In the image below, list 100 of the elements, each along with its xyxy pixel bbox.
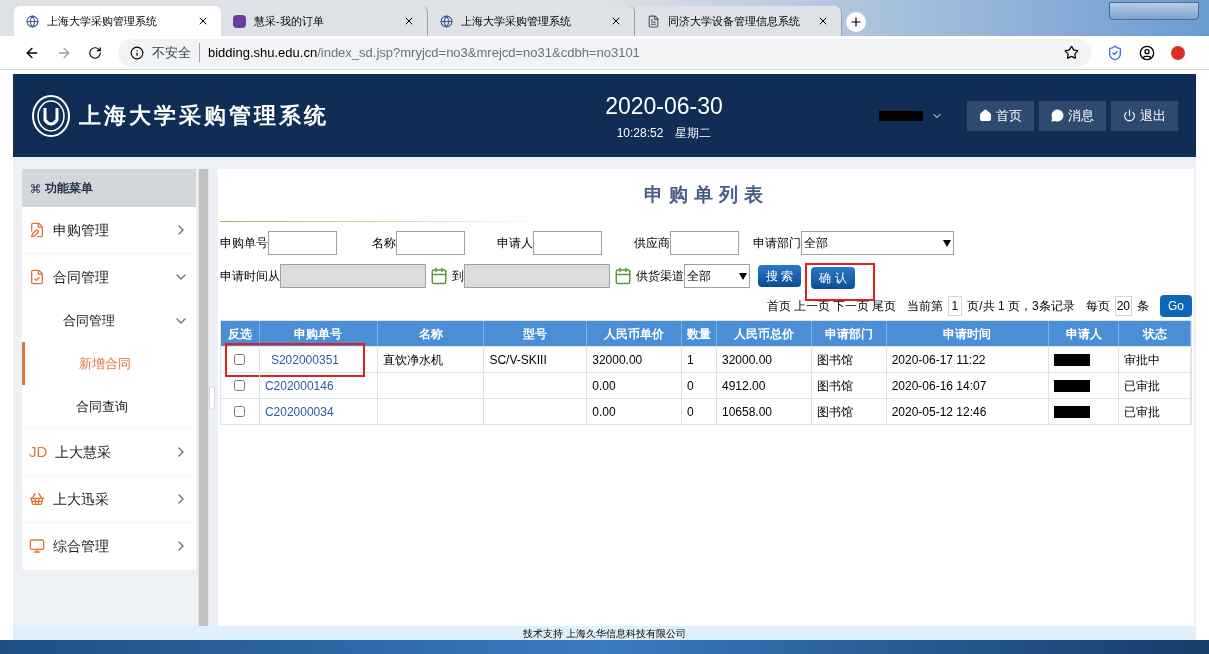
order-link[interactable]: C202000034 [264,402,334,421]
address-field[interactable]: 不安全 bidding.shu.edu.cn/index_sd.jsp?mryjcd=no3&mrejcd=no31&cdbh=no3101 [118,38,1091,67]
name-field[interactable] [396,231,465,255]
column-header: 人民币单价 [587,321,683,346]
date-label: 2020-06-30 [605,92,723,122]
supplier-field[interactable] [670,231,739,255]
column-header: 申请部门 [811,321,887,346]
document-icon [647,14,660,28]
pager-label: 页/共 1 页，3条记录 [967,298,1075,315]
table-cell-text: 0 [687,403,694,421]
table-cell-text: 0 [687,377,694,395]
account-icon[interactable] [1139,44,1155,61]
column-header: 名称 [377,321,485,346]
app-icon [233,14,246,28]
field-label: 申请时间从 [220,268,280,285]
pager-link[interactable]: 首页 [766,297,791,315]
tab-title: 同济大学设备管理信息系统 [668,13,801,29]
menu-item[interactable]: 合同管理 [22,254,197,300]
column-header: 状态 [1119,321,1191,346]
order-link[interactable]: S202000351 [270,352,339,367]
order-link[interactable]: C202000146 [264,376,334,395]
redaction-bar [1054,353,1091,366]
time-label: 10:28:52 [616,124,664,142]
monitor-icon [29,538,45,554]
table-cell-text: SC/V-SKIII [489,351,547,369]
form-icon [29,222,45,238]
scrollbar[interactable] [198,169,209,626]
browser-tab[interactable]: 同济大学设备管理信息系统 [635,6,842,36]
submenu-item[interactable]: 合同查询 [22,385,197,428]
page-field[interactable]: 1 [947,296,963,316]
menu-item[interactable]: 综合管理 [22,523,197,569]
column-header: 申请人 [1049,321,1120,346]
page-size-field[interactable]: 20 [1114,296,1132,316]
pager-label: 每页 [1085,298,1110,315]
table-cell-text: 32000.00 [592,351,643,369]
row-checkbox[interactable] [234,380,246,391]
shield-icon[interactable] [1107,44,1123,61]
tab-title: 上海大学采购管理系统 [47,13,158,29]
table-cell-text: 图书馆 [816,403,853,421]
star-icon[interactable] [1064,45,1079,60]
order-number-field[interactable] [268,231,337,255]
submenu-item[interactable]: 合同管理 [22,300,197,342]
column-header: 人民币总价 [716,321,812,346]
field-label: 供应商 [634,235,670,252]
browser-tab[interactable]: 上海大学采购管理系统 [14,6,221,36]
end-date-field[interactable] [464,264,610,288]
field-label: 申请人 [497,235,533,252]
pager-link[interactable]: 下一页 [832,297,869,315]
department-select[interactable]: 全部 [801,231,954,255]
header-button[interactable]: 消息 [1039,100,1106,131]
table-cell-text: 0.00 [592,403,616,421]
menu-item[interactable]: JD 上大慧采 [22,429,197,475]
system-title: 上海大学采购管理系统 [79,101,329,130]
confirm-button[interactable]: 确 认 [811,267,855,289]
home-icon [979,109,992,122]
field-label: 申请部门 [753,235,801,252]
field-label: 申购单号 [220,235,268,252]
url-host: bidding.shu.edu.cn [208,43,318,62]
pager-link[interactable]: 尾页 [871,297,896,315]
header-button[interactable]: 首页 [967,100,1034,131]
close-icon[interactable] [197,15,209,27]
tab-title: 上海大学采购管理系统 [461,13,572,29]
power-icon [1123,109,1136,122]
search-button[interactable]: 搜 索 [758,265,802,287]
row-checkbox[interactable] [234,354,246,365]
row-checkbox[interactable] [234,406,246,417]
close-icon[interactable] [817,15,829,27]
applicant-field[interactable] [533,231,602,255]
channel-select[interactable]: 全部 [684,264,750,288]
close-icon[interactable] [403,15,415,27]
table-cell-text: 4912.00 [721,377,766,395]
status-cell-text: 审批中 [1124,351,1161,369]
start-date-field[interactable] [280,264,426,288]
weekday-label: 星期二 [675,124,712,142]
header-button[interactable]: 退出 [1111,100,1178,131]
window-controls[interactable] [1109,2,1199,20]
menu-item[interactable]: 上大迅采 [22,476,197,522]
go-button[interactable]: Go [1160,295,1192,317]
pager-link[interactable]: 上一页 [793,297,830,315]
jd-icon: JD [29,440,47,464]
pager-label: 条 [1137,298,1149,315]
extension-icon[interactable] [1171,45,1185,60]
table-cell-text: 2020-05-12 12:46 [891,403,987,421]
menu-item[interactable]: 申购管理 [22,207,197,253]
field-label: 到 [452,268,464,285]
plus-icon [849,15,863,29]
column-header: 数量 [682,321,717,346]
new-tab-button[interactable] [846,12,866,32]
collapse-handle[interactable] [208,385,215,410]
column-header: 申购单号 [259,321,378,346]
calendar-icon[interactable] [614,267,632,285]
table-cell-text: 2020-06-16 14:07 [891,377,987,395]
reload-icon[interactable] [88,45,102,60]
column-header: 反选 [221,321,260,346]
table-cell-text: 直饮净水机 [382,351,443,369]
footer-text: 技术支持 上海久华信息科技有限公司 [523,626,686,641]
calendar-icon[interactable] [430,267,448,285]
basket-icon [29,491,45,507]
pager-label: 当前第 [906,298,943,315]
close-icon[interactable] [610,15,622,27]
